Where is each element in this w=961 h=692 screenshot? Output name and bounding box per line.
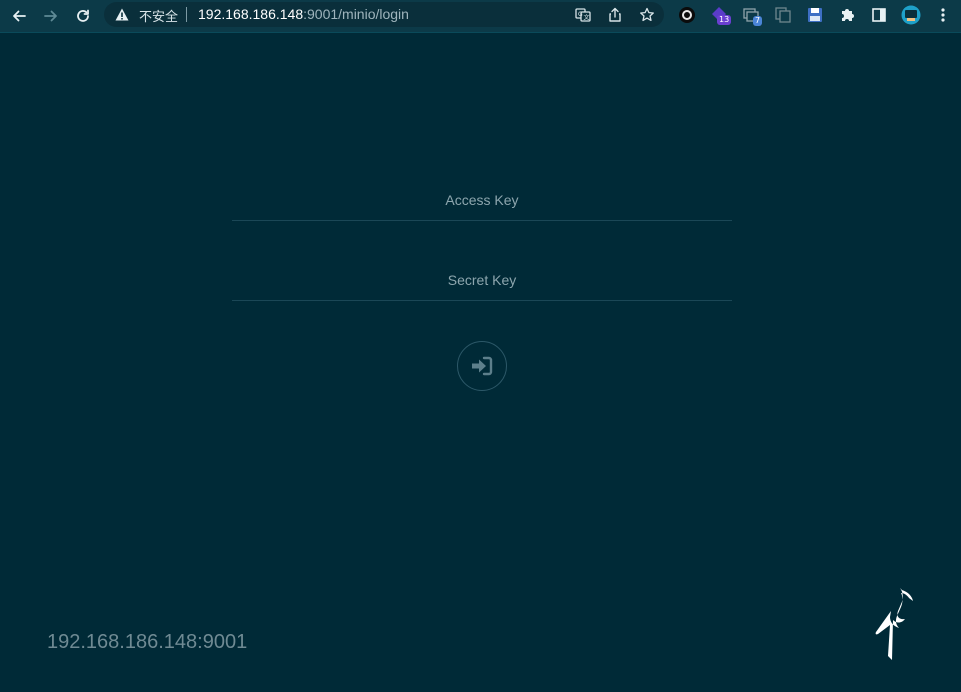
translate-button[interactable]: G 文	[574, 6, 592, 24]
more-vertical-icon	[941, 8, 945, 22]
browser-toolbar: 不安全 192.168.186.148:9001/minio/login G 文	[0, 0, 961, 33]
profile-button[interactable]	[900, 4, 922, 26]
login-form	[232, 180, 732, 391]
url-text[interactable]: 192.168.186.148:9001/minio/login	[198, 6, 409, 22]
arrow-right-icon	[44, 10, 57, 22]
circle-extension-icon	[679, 7, 695, 23]
warning-icon	[115, 8, 129, 21]
translate-icon: G 文	[575, 8, 591, 22]
reload-button[interactable]	[70, 4, 96, 28]
address-bar[interactable]: 不安全 192.168.186.148:9001/minio/login G 文	[104, 2, 664, 27]
login-button[interactable]	[457, 341, 507, 391]
browser-menu-button[interactable]	[932, 4, 954, 26]
star-icon	[640, 7, 654, 22]
copy-extension-icon	[775, 7, 791, 23]
side-panel-button[interactable]	[868, 4, 890, 26]
circle-extension-button[interactable]	[676, 4, 698, 26]
forward-button[interactable]	[38, 4, 64, 28]
extensions-menu-button[interactable]	[836, 4, 858, 26]
security-label[interactable]: 不安全	[139, 6, 178, 25]
secret-key-field	[232, 260, 732, 301]
sidepanel-icon	[872, 8, 886, 22]
floppy-disk-icon	[808, 8, 822, 22]
tabs-extension-button[interactable]: 7	[740, 4, 763, 26]
extension-badge: 13	[717, 15, 732, 25]
back-button[interactable]	[6, 4, 32, 28]
bookmark-button[interactable]	[638, 6, 656, 24]
profile-avatar	[901, 5, 921, 25]
purple-extension-button[interactable]: 13	[708, 4, 732, 26]
access-key-field	[232, 180, 732, 221]
reload-icon	[77, 9, 89, 22]
access-key-input[interactable]	[232, 180, 732, 220]
share-button[interactable]	[606, 6, 624, 24]
minio-logo	[875, 588, 913, 660]
arrow-left-icon	[13, 10, 26, 22]
url-path: :9001/minio/login	[303, 6, 409, 22]
extension-badge: 7	[753, 16, 763, 26]
copy-extension-button[interactable]	[772, 4, 794, 26]
server-host-label: 192.168.186.148:9001	[47, 631, 248, 653]
address-divider	[186, 7, 187, 22]
svg-text:G: G	[578, 11, 583, 18]
save-extension-button[interactable]	[804, 4, 826, 26]
share-icon	[609, 7, 621, 22]
url-host: 192.168.186.148	[198, 6, 304, 22]
puzzle-icon	[842, 9, 854, 21]
secret-key-input[interactable]	[232, 260, 732, 300]
svg-text:文: 文	[584, 14, 590, 22]
sign-in-icon	[472, 356, 493, 376]
